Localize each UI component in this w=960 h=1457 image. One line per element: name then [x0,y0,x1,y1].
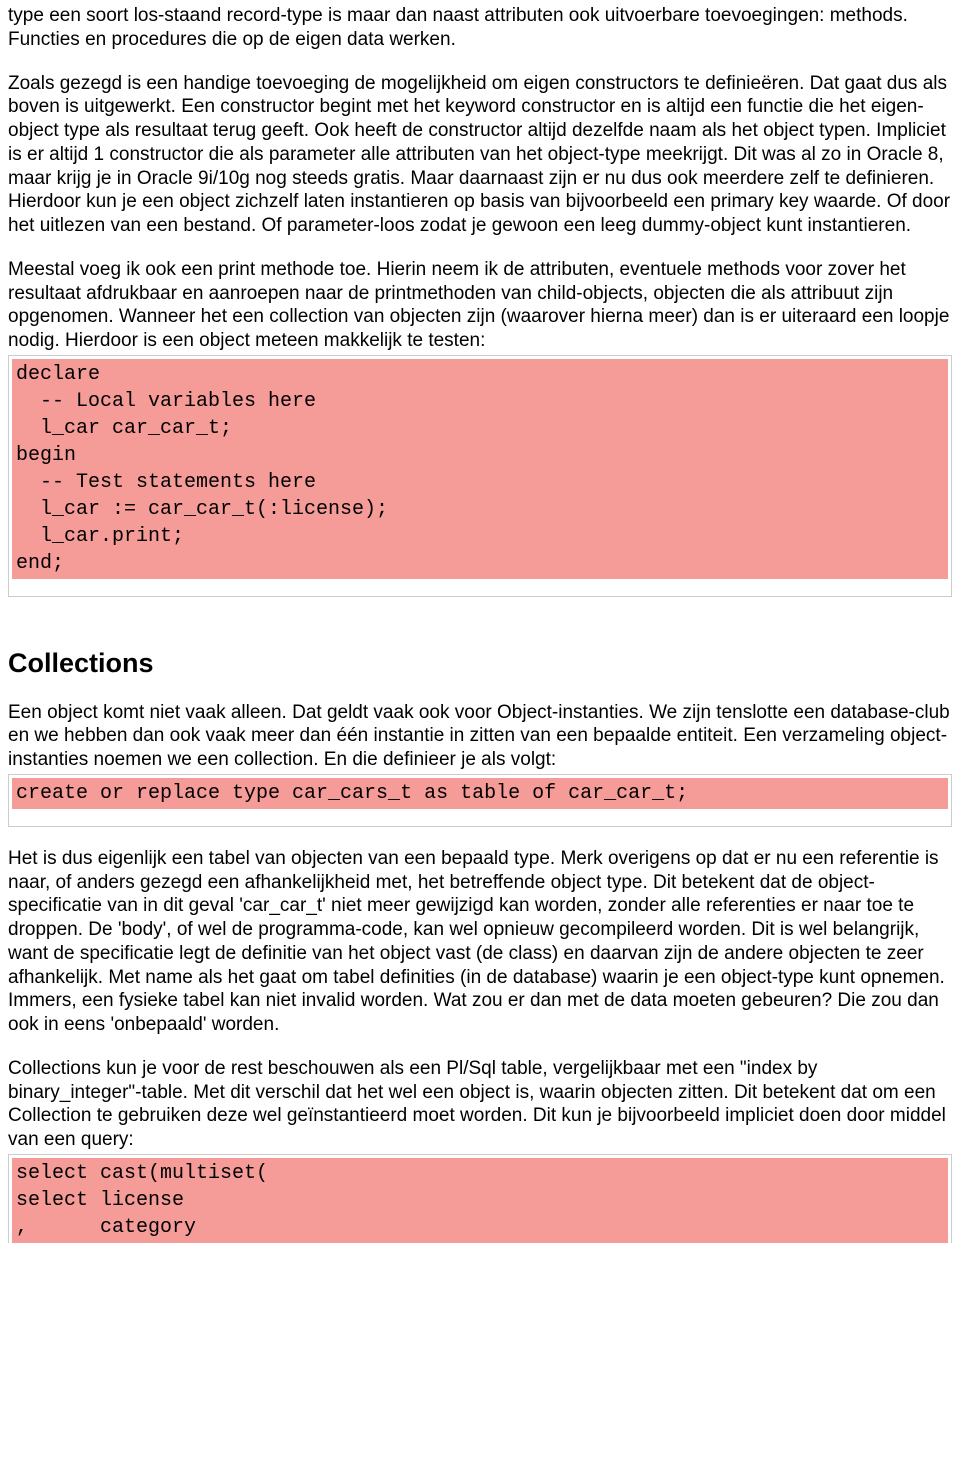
body-paragraph: type een soort los-staand record-type is… [8,4,952,52]
code-content: declare -- Local variables here l_car ca… [12,359,948,579]
code-example: create or replace type car_cars_t as tab… [8,774,952,827]
code-example: declare -- Local variables here l_car ca… [8,355,952,597]
body-paragraph: Zoals gezegd is een handige toevoeging d… [8,72,952,238]
code-spacer [12,579,948,593]
code-example: select cast(multiset( select license , c… [8,1154,952,1243]
code-content: create or replace type car_cars_t as tab… [12,778,948,809]
section-heading-collections: Collections [8,647,952,681]
code-spacer [12,809,948,823]
body-paragraph: Een object komt niet vaak alleen. Dat ge… [8,701,952,772]
body-paragraph: Meestal voeg ik ook een print methode to… [8,258,952,353]
body-paragraph: Collections kun je voor de rest beschouw… [8,1057,952,1152]
body-paragraph: Het is dus eigenlijk een tabel van objec… [8,847,952,1037]
code-content: select cast(multiset( select license , c… [12,1158,948,1243]
